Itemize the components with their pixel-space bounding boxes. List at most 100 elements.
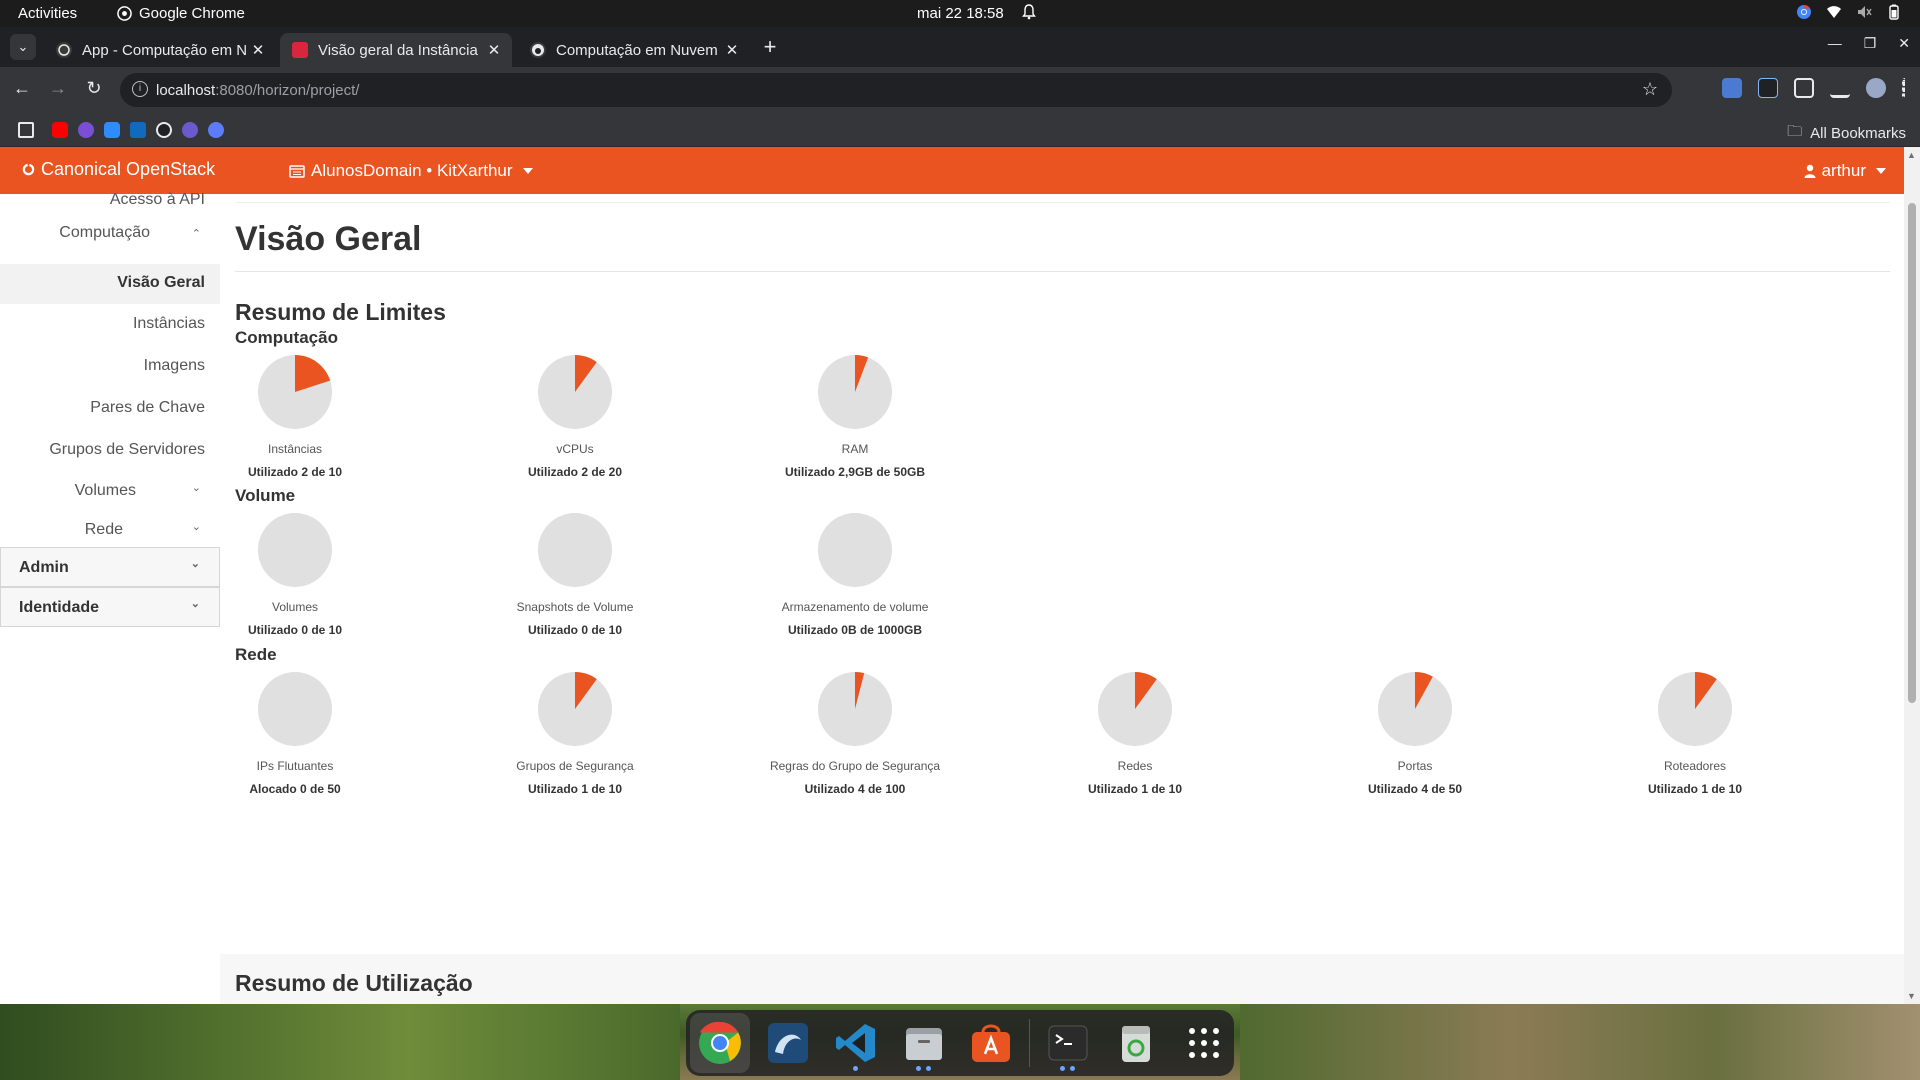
page-scrollbar[interactable]: ▲ ▼ — [1904, 147, 1920, 1004]
brand-label: Canonical OpenStack — [41, 159, 216, 179]
site-info-icon[interactable]: i — [132, 81, 148, 97]
app-menu[interactable]: Google Chrome — [117, 5, 245, 22]
tab-title: Visão geral da Instância — [318, 41, 478, 59]
pie-chart — [258, 355, 332, 429]
vscode-icon[interactable] — [826, 1013, 886, 1073]
chrome-small-icon — [117, 6, 132, 21]
trash-icon[interactable] — [1106, 1013, 1166, 1073]
clock[interactable]: mai 22 18:58 — [917, 5, 1004, 22]
sidebar-item-computacao[interactable]: Computação — [59, 224, 150, 242]
tab-search-button[interactable]: ⌄ — [10, 34, 36, 60]
limit-chart: Redes Utilizado 1 de 10 — [995, 671, 1275, 796]
user-menu[interactable]: arthur — [1804, 161, 1886, 181]
scroll-up-icon[interactable]: ▲ — [1907, 150, 1916, 160]
pie-slice-free — [258, 513, 332, 587]
close-tab-icon[interactable]: ✕ — [484, 41, 504, 59]
system-top-bar: Activities Google Chrome mai 22 18:58 — [0, 0, 1920, 27]
main-content: Visão Geral Resumo de Limites Computação… — [220, 194, 1904, 1004]
pie-chart — [818, 355, 892, 429]
chart-label: Redes — [1117, 759, 1153, 773]
user-icon — [1804, 164, 1816, 178]
sidebar-item-instancias[interactable]: Instâncias — [133, 315, 205, 333]
profile-avatar-icon[interactable] — [1866, 78, 1886, 98]
pie-chart — [258, 513, 332, 587]
bookmark-swirl-icon[interactable] — [208, 122, 224, 138]
minimize-icon[interactable]: — — [1828, 35, 1842, 52]
chart-label: Portas — [1397, 759, 1433, 773]
new-tab-button[interactable]: + — [758, 34, 782, 60]
mysql-workbench-icon[interactable] — [758, 1013, 818, 1073]
terminal-icon[interactable] — [1038, 1013, 1098, 1073]
forward-icon[interactable]: → — [46, 78, 70, 99]
app-center-icon[interactable] — [962, 1013, 1022, 1073]
tab-visao-geral[interactable]: Visão geral da Instância ✕ — [280, 33, 512, 67]
close-tab-icon[interactable]: ✕ — [248, 41, 268, 59]
chrome-menu-icon[interactable] — [1902, 78, 1906, 98]
folder-icon: 🗀 — [1787, 123, 1803, 140]
chrome-tray-icon — [1796, 4, 1812, 20]
app-grid-icon[interactable] — [1174, 1013, 1234, 1073]
tab-computacao-nuvem[interactable]: Computação em Nuvem ✕ — [518, 33, 750, 67]
chrome-icon[interactable] — [690, 1013, 750, 1073]
close-window-icon[interactable]: ✕ — [1898, 35, 1910, 52]
download-icon[interactable] — [1830, 78, 1850, 98]
all-bookmarks-label: All Bookmarks — [1810, 125, 1906, 142]
browser-toolbar: ← → ↻ i localhost:8080/horizon/project/ … — [0, 67, 1920, 113]
chatgpt-bookmark-icon[interactable] — [156, 122, 172, 138]
limit-chart: Armazenamento de volume Utilizado 0B de 1… — [715, 512, 995, 637]
bookmark-purple-icon[interactable] — [78, 122, 94, 138]
sh-extension-icon[interactable] — [1758, 78, 1778, 98]
all-bookmarks-button[interactable]: 🗀 All Bookmarks — [1787, 121, 1906, 146]
project-selector[interactable]: AlunosDomain • KitXarthur — [289, 161, 533, 181]
user-label: arthur — [1821, 161, 1866, 180]
tab-app-computacao[interactable]: App - Computação em N ✕ — [44, 33, 276, 67]
address-bar[interactable]: i localhost:8080/horizon/project/ ☆ — [120, 73, 1672, 107]
chart-label: Instâncias — [267, 442, 323, 456]
back-icon[interactable]: ← — [10, 78, 34, 99]
sidebar-item-api-access[interactable]: Acesso à API — [110, 191, 205, 209]
sidebar-item-rede[interactable]: Rede — [85, 521, 123, 539]
maximize-icon[interactable]: ❐ — [1864, 35, 1877, 52]
bookmark-star-icon[interactable]: ☆ — [1642, 79, 1658, 100]
bookmarks-bar: 🗀 All Bookmarks — [0, 113, 1920, 147]
extensions-area — [1722, 78, 1906, 98]
extensions-puzzle-icon[interactable] — [1794, 78, 1814, 98]
chart-usage-text: Utilizado 1 de 10 — [1087, 782, 1183, 796]
section-title-computacao: Computação — [235, 328, 338, 347]
sidebar-group-label: Identidade — [19, 599, 100, 616]
activities-button[interactable]: Activities — [18, 5, 77, 22]
project-label: AlunosDomain • KitXarthur — [311, 161, 513, 180]
sidebar-item-visao-geral[interactable]: Visão Geral — [117, 274, 205, 292]
youtube-bookmark-icon[interactable] — [52, 122, 68, 138]
files-icon[interactable] — [894, 1013, 954, 1073]
openstack-favicon-icon — [56, 42, 72, 58]
reload-icon[interactable]: ↻ — [82, 78, 106, 99]
bookmark-blue-icon[interactable] — [104, 122, 120, 138]
sidebar-item-volumes[interactable]: Volumes — [75, 482, 136, 500]
url-path: :8080/horizon/project/ — [215, 81, 360, 99]
chart-usage-text: Utilizado 0 de 10 — [247, 623, 343, 637]
limit-chart: Volumes Utilizado 0 de 10 — [155, 512, 435, 637]
chart-usage-text: Utilizado 0 de 10 — [527, 623, 623, 637]
chevron-down-icon: ⌄ — [191, 482, 201, 494]
section-title-volume: Volume — [235, 486, 296, 505]
pie-chart — [1378, 672, 1452, 746]
scroll-down-icon[interactable]: ▼ — [1907, 991, 1916, 1001]
pie-chart — [258, 672, 332, 746]
url-host: localhost — [156, 81, 216, 99]
bookmark-star-purple-icon[interactable] — [182, 122, 198, 138]
app-name-label: Google Chrome — [139, 5, 245, 22]
close-tab-icon[interactable]: ✕ — [722, 41, 742, 59]
outlook-bookmark-icon[interactable] — [130, 122, 146, 138]
system-tray[interactable] — [1796, 4, 1902, 20]
translate-extension-icon[interactable] — [1722, 78, 1742, 98]
section-title-rede: Rede — [235, 645, 277, 664]
chart-usage-text: Utilizado 2,9GB de 50GB — [784, 465, 926, 479]
limit-chart: Roteadores Utilizado 1 de 10 — [1555, 671, 1835, 796]
chart-usage-text: Utilizado 4 de 50 — [1367, 782, 1463, 796]
wifi-icon — [1826, 4, 1842, 20]
scrollbar-thumb[interactable] — [1908, 203, 1916, 703]
apps-grid-icon[interactable] — [18, 122, 34, 138]
tab-strip: ⌄ App - Computação em N ✕ Visão geral da… — [0, 27, 1920, 67]
brand-link[interactable]: Canonical OpenStack — [22, 159, 215, 180]
